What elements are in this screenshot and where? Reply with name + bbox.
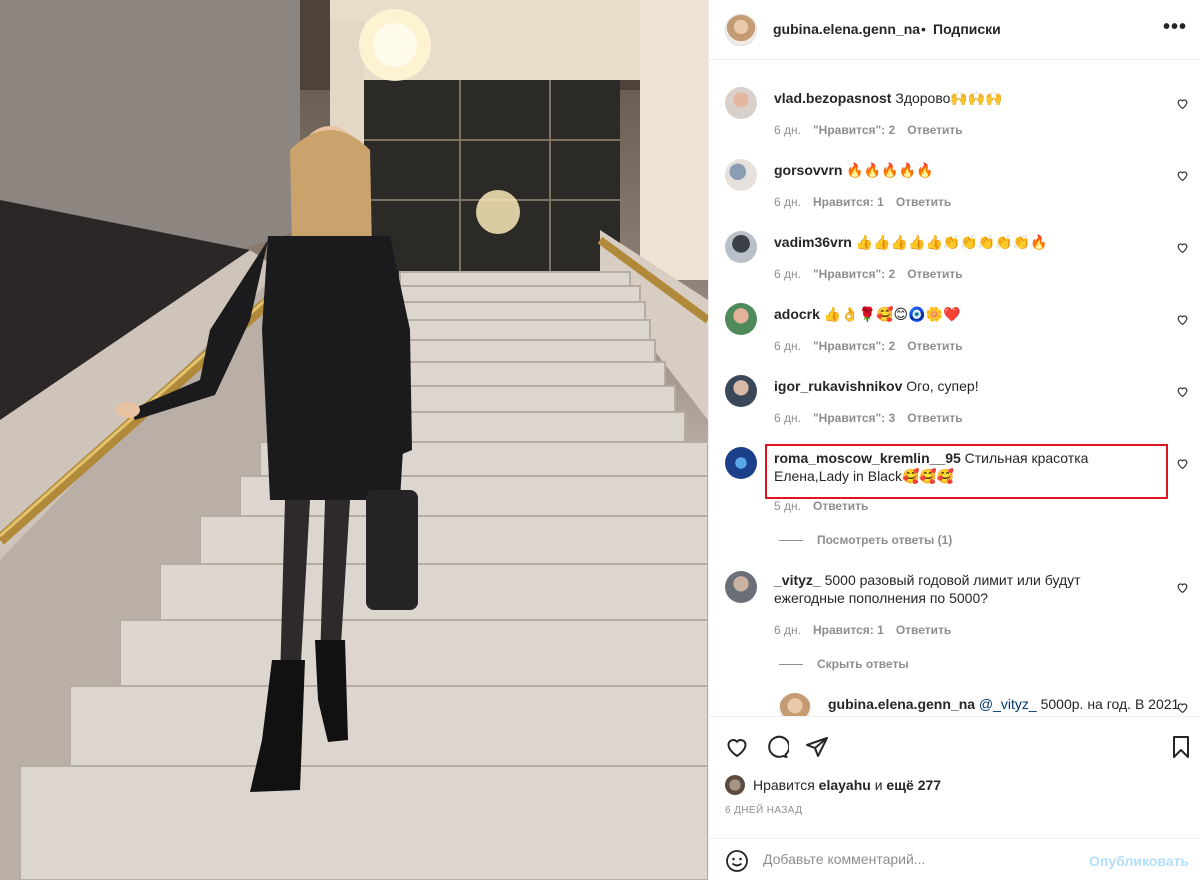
- comment-text: igor_rukavishnikov Ого, супер!: [774, 377, 1169, 395]
- comment-meta: 6 дн. Нравится: 1 Ответить: [774, 623, 963, 637]
- replies-line: [779, 540, 803, 542]
- author-username[interactable]: gubina.elena.genn_na: [773, 21, 920, 37]
- following-button[interactable]: Подписки: [933, 21, 1001, 37]
- comment-username[interactable]: adocrk: [774, 306, 820, 322]
- reply-button[interactable]: Ответить: [896, 195, 951, 209]
- add-comment-bar: Опубликовать: [709, 838, 1200, 880]
- hide-replies-button[interactable]: Скрыть ответы: [779, 657, 909, 671]
- author-avatar[interactable]: [725, 14, 757, 46]
- liker-username[interactable]: elayahu: [819, 777, 871, 793]
- comment-text: roma_moscow_kremlin__95 Стильная красотк…: [774, 449, 1114, 485]
- comment-time[interactable]: 5 дн.: [774, 499, 801, 513]
- comment-likes[interactable]: "Нравится": 2: [813, 267, 895, 281]
- commenter-avatar[interactable]: [725, 159, 757, 191]
- commenter-avatar[interactable]: [725, 571, 757, 603]
- comment-username[interactable]: vlad.bezopasnost: [774, 90, 891, 106]
- header-separator: •: [921, 21, 926, 37]
- reply-body: 5000р. на год. В 2021: [1040, 696, 1180, 712]
- comment-time[interactable]: 6 дн.: [774, 123, 801, 137]
- comment-body: Ого, супер!: [906, 378, 979, 394]
- comment-text: adocrk 👍👌🌹🥰😊🧿🌼❤️: [774, 305, 1169, 323]
- heart-icon[interactable]: [1176, 169, 1189, 182]
- comment-input[interactable]: [763, 851, 1083, 867]
- comment-username[interactable]: gorsovvrn: [774, 162, 842, 178]
- comment-time[interactable]: 6 дн.: [774, 195, 801, 209]
- reply-mention[interactable]: @_vityz_: [979, 696, 1037, 712]
- comment-likes[interactable]: "Нравится": 2: [813, 339, 895, 353]
- reply-avatar[interactable]: [779, 693, 811, 716]
- likes-prefix: Нравится: [753, 777, 815, 793]
- heart-icon[interactable]: [1176, 385, 1189, 398]
- likes-count[interactable]: ещё 277: [886, 777, 941, 793]
- comment-icon[interactable]: [765, 735, 789, 759]
- reply-button[interactable]: Ответить: [907, 267, 962, 281]
- heart-icon[interactable]: [1176, 241, 1189, 254]
- comment-text: _vityz_ 5000 разовый годовой лимит или б…: [774, 571, 1114, 607]
- comment-time[interactable]: 6 дн.: [774, 411, 801, 425]
- publish-button[interactable]: Опубликовать: [1089, 853, 1189, 869]
- share-icon[interactable]: [805, 735, 829, 759]
- comment-text: vadim36vrn 👍👍👍👍👍👏👏👏👏👏🔥: [774, 233, 1169, 251]
- view-replies-label: Посмотреть ответы (1): [817, 533, 953, 547]
- likes-text: Нравится elayahu и ещё 277: [753, 777, 941, 793]
- commenter-avatar[interactable]: [725, 87, 757, 119]
- heart-icon[interactable]: [1176, 313, 1189, 326]
- post-actions: Нравится elayahu и ещё 277 6 ДНЕЙ НАЗАД: [709, 716, 1200, 826]
- replies-line: [779, 664, 803, 666]
- comment-meta: 5 дн. Ответить: [774, 499, 880, 513]
- comment-body: Здорово🙌🙌🙌: [895, 90, 1003, 106]
- comment-body: 👍👌🌹🥰😊🧿🌼❤️: [823, 306, 961, 322]
- comment-text: gorsovvrn 🔥🔥🔥🔥🔥: [774, 161, 1169, 179]
- comment-body: 🔥🔥🔥🔥🔥: [846, 162, 934, 178]
- comment-time[interactable]: 6 дн.: [774, 339, 801, 353]
- reply-username[interactable]: gubina.elena.genn_na: [828, 696, 975, 712]
- liker-avatar[interactable]: [725, 775, 745, 795]
- comment-meta: 6 дн. "Нравится": 2 Ответить: [774, 123, 975, 137]
- comment-username[interactable]: igor_rukavishnikov: [774, 378, 902, 394]
- more-icon[interactable]: •••: [1163, 17, 1187, 37]
- heart-icon[interactable]: [1176, 701, 1189, 714]
- commenter-avatar[interactable]: [725, 231, 757, 263]
- comment-username[interactable]: _vityz_: [774, 572, 821, 588]
- comment-likes[interactable]: Нравится: 1: [813, 195, 884, 209]
- comment-meta: 6 дн. "Нравится": 2 Ответить: [774, 339, 975, 353]
- post-photo: [0, 0, 708, 880]
- comment-username[interactable]: roma_moscow_kremlin__95: [774, 450, 961, 466]
- hide-replies-label: Скрыть ответы: [817, 657, 909, 671]
- comment-meta: 6 дн. Нравится: 1 Ответить: [774, 195, 963, 209]
- comment-meta: 6 дн. "Нравится": 2 Ответить: [774, 267, 975, 281]
- comment-text: vlad.bezopasnost Здорово🙌🙌🙌: [774, 89, 1169, 107]
- likes-conj: и: [874, 777, 883, 793]
- reply-text: gubina.elena.genn_na @_vityz_ 5000р. на …: [828, 695, 1179, 713]
- comments-list[interactable]: vlad.bezopasnost Здорово🙌🙌🙌 6 дн. "Нравит…: [709, 61, 1200, 716]
- photo-illustration: [0, 0, 708, 880]
- smile-icon[interactable]: [725, 849, 749, 873]
- heart-icon[interactable]: [725, 735, 749, 759]
- commenter-avatar[interactable]: [725, 447, 757, 479]
- comment-likes[interactable]: Нравится: 1: [813, 623, 884, 637]
- commenter-avatar[interactable]: [725, 375, 757, 407]
- reply-button[interactable]: Ответить: [813, 499, 868, 513]
- post-date[interactable]: 6 ДНЕЙ НАЗАД: [725, 805, 802, 816]
- heart-icon[interactable]: [1176, 457, 1189, 470]
- comment-time[interactable]: 6 дн.: [774, 623, 801, 637]
- post-side-panel: gubina.elena.genn_na • Подписки ••• vlad…: [708, 0, 1200, 880]
- reply-button[interactable]: Ответить: [907, 411, 962, 425]
- comment-meta: 6 дн. "Нравится": 3 Ответить: [774, 411, 975, 425]
- comment-time[interactable]: 6 дн.: [774, 267, 801, 281]
- comment-likes[interactable]: "Нравится": 3: [813, 411, 895, 425]
- reply-button[interactable]: Ответить: [907, 339, 962, 353]
- heart-icon[interactable]: [1176, 97, 1189, 110]
- reply-button[interactable]: Ответить: [907, 123, 962, 137]
- bookmark-icon[interactable]: [1169, 735, 1193, 759]
- reply-button[interactable]: Ответить: [896, 623, 951, 637]
- heart-icon[interactable]: [1176, 581, 1189, 594]
- comment-username[interactable]: vadim36vrn: [774, 234, 852, 250]
- view-replies-button[interactable]: Посмотреть ответы (1): [779, 533, 952, 547]
- commenter-avatar[interactable]: [725, 303, 757, 335]
- post-header: gubina.elena.genn_na • Подписки •••: [709, 0, 1200, 60]
- comment-likes[interactable]: "Нравится": 2: [813, 123, 895, 137]
- comment-body: 👍👍👍👍👍👏👏👏👏👏🔥: [855, 234, 1048, 250]
